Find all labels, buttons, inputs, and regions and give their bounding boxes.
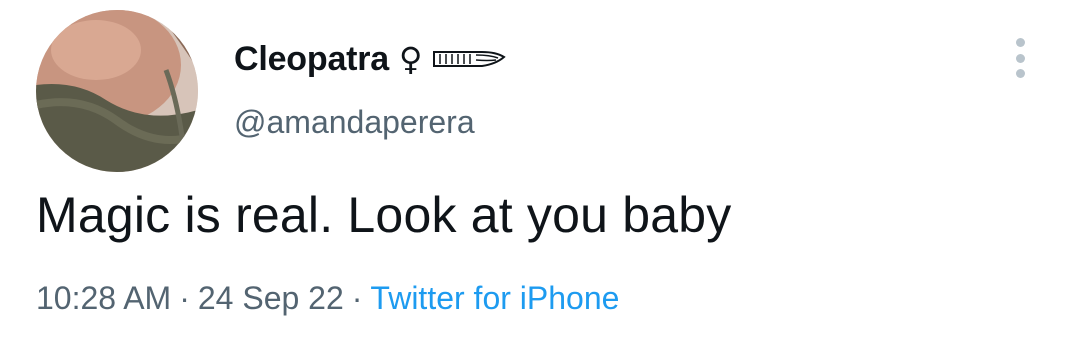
- more-dot-icon: [1015, 53, 1025, 63]
- tweet-source-link[interactable]: Twitter for iPhone: [370, 280, 619, 316]
- tweet-meta: 10:28 AM · 24 Sep 22 · Twitter for iPhone: [36, 280, 619, 317]
- more-options-button[interactable]: [1005, 38, 1035, 78]
- tweet-date[interactable]: 24 Sep 22: [198, 280, 344, 316]
- avatar[interactable]: [36, 10, 198, 172]
- tweet-card: Cleopatra ♀ @amandaperera Magic is real.…: [0, 0, 1080, 360]
- display-name[interactable]: Cleopatra: [234, 40, 389, 79]
- meta-separator: ·: [351, 280, 363, 316]
- tweet-time[interactable]: 10:28 AM: [36, 280, 171, 316]
- tweet-text: Magic is real. Look at you baby: [36, 187, 732, 243]
- more-dot-icon: [1015, 38, 1025, 47]
- wing-icon: [433, 51, 507, 67]
- author-handle[interactable]: @amandaperera: [234, 104, 475, 141]
- meta-separator: ·: [179, 280, 190, 316]
- author-name-row[interactable]: Cleopatra ♀: [234, 34, 507, 84]
- avatar-photo: [36, 10, 198, 172]
- ankh-icon: ♀: [399, 40, 423, 78]
- more-dot-icon: [1015, 69, 1025, 78]
